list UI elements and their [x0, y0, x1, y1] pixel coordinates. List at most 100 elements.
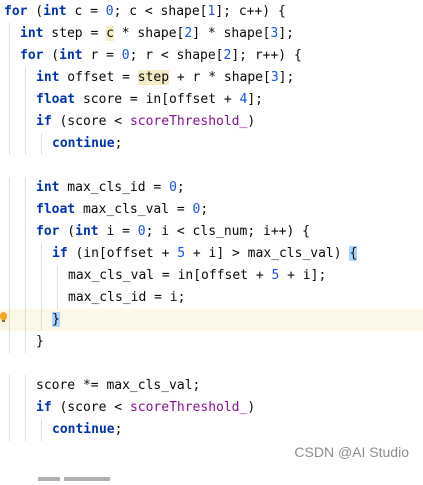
indent-guide: [25, 309, 26, 331]
code-line[interactable]: if (score < scoreThreshold_): [0, 397, 423, 419]
code-token: (in[offset +: [67, 246, 178, 261]
indent-guide: [9, 133, 10, 155]
indent-guide: [41, 419, 42, 441]
indent-guide: [9, 375, 10, 397]
code-token: ): [247, 114, 256, 129]
code-token: 3: [270, 70, 279, 85]
code-line[interactable]: if (score < scoreThreshold_): [0, 111, 423, 133]
code-token: max_cls_val =: [75, 202, 193, 217]
code-token: ;: [114, 136, 123, 151]
indent-guide: [9, 243, 10, 265]
code-text: max_cls_id = i;: [68, 287, 185, 309]
code-token: ;: [114, 422, 123, 437]
code-token: c =: [66, 4, 106, 19]
indent-guide: [25, 199, 26, 221]
code-token: + r * shape[: [169, 70, 271, 85]
code-line[interactable]: int offset = step + r * shape[3];: [0, 67, 423, 89]
code-line[interactable]: continue;: [0, 419, 423, 441]
code-text: max_cls_val = in[offset + 5 + i];: [68, 265, 326, 287]
code-line[interactable]: [0, 155, 423, 177]
code-text: float score = in[offset + 4];: [36, 89, 263, 111]
code-line[interactable]: }: [0, 309, 423, 331]
indent-guide: [9, 45, 10, 67]
code-line[interactable]: float score = in[offset + 4];: [0, 89, 423, 111]
code-line[interactable]: int step = c * shape[2] * shape[3];: [0, 23, 423, 45]
indent-guide: [9, 265, 10, 287]
code-line[interactable]: float max_cls_val = 0;: [0, 199, 423, 221]
code-line[interactable]: [0, 353, 423, 375]
indent-guide: [25, 243, 26, 265]
code-token: int: [20, 26, 44, 41]
code-token: step: [137, 70, 170, 85]
indent-guide: [25, 419, 26, 441]
code-token: if: [36, 400, 52, 415]
code-token: float: [36, 202, 76, 217]
code-line[interactable]: max_cls_id = i;: [0, 287, 423, 309]
code-line[interactable]: if (in[offset + 5 + i] > max_cls_val) {: [0, 243, 423, 265]
indent-guide: [41, 133, 42, 155]
code-token: 5: [177, 246, 186, 261]
indent-guide: [25, 287, 26, 309]
indent-guide: [41, 243, 42, 265]
code-line[interactable]: }: [0, 331, 423, 353]
indent-guide: [9, 177, 10, 199]
code-token: max_cls_id = i;: [68, 290, 186, 305]
code-text: continue;: [52, 419, 122, 441]
code-line[interactable]: for (int c = 0; c < shape[1]; c++) {: [0, 1, 423, 23]
code-token: 0: [105, 4, 114, 19]
code-text: continue;: [52, 133, 122, 155]
code-token: int: [59, 48, 83, 63]
code-token: int: [43, 4, 67, 19]
code-token: {: [349, 246, 358, 261]
indent-guide: [25, 177, 26, 199]
code-token: max_cls_val = in[offset +: [68, 268, 272, 283]
indent-guide: [41, 287, 42, 309]
code-text: for (int c = 0; c < shape[1]; c++) {: [4, 1, 286, 23]
code-line[interactable]: score *= max_cls_val;: [0, 375, 423, 397]
code-token: ;: [176, 180, 185, 195]
indent-guide: [25, 397, 26, 419]
lightbulb-icon[interactable]: [0, 312, 7, 322]
code-line[interactable]: for (int r = 0; r < shape[2]; r++) {: [0, 45, 423, 67]
code-token: + i];: [279, 268, 327, 283]
code-token: score *= max_cls_val;: [36, 378, 201, 393]
indent-guide: [25, 67, 26, 89]
indent-guide: [25, 375, 26, 397]
code-token: for: [36, 224, 60, 239]
code-token: i =: [98, 224, 138, 239]
indent-guide: [9, 331, 10, 353]
indent-guide: [9, 67, 10, 89]
code-token: for: [20, 48, 44, 63]
indent-guide: [9, 111, 10, 133]
code-token: (: [43, 48, 60, 63]
indent-guide: [9, 221, 10, 243]
indent-guide: [9, 199, 10, 221]
cutoff-line-fragment: [38, 466, 114, 481]
code-editor[interactable]: for (int c = 0; c < shape[1]; c++) {int …: [0, 0, 423, 470]
code-text: int step = c * shape[2] * shape[3];: [20, 23, 294, 45]
code-token: float: [36, 92, 76, 107]
indent-guide: [25, 221, 26, 243]
indent-guide: [9, 397, 10, 419]
code-line[interactable]: for (int i = 0; i < cls_num; i++) {: [0, 221, 423, 243]
code-line[interactable]: continue;: [0, 133, 423, 155]
code-token: int: [36, 180, 60, 195]
indent-guide: [9, 287, 10, 309]
code-token: continue: [52, 422, 115, 437]
code-token: ;: [200, 202, 209, 217]
code-token: scoreThreshold_: [129, 400, 248, 415]
code-token: for: [4, 4, 28, 19]
code-token: }: [36, 334, 44, 349]
code-token: ]; r++) {: [231, 48, 302, 63]
code-token: (score <: [51, 400, 130, 415]
code-line[interactable]: max_cls_val = in[offset + 5 + i];: [0, 265, 423, 287]
watermark: CSDN @AI Studio: [294, 444, 409, 460]
code-token: ; r < shape[: [129, 48, 224, 63]
code-text: }: [36, 331, 44, 353]
code-token: (: [59, 224, 76, 239]
code-text: for (int r = 0; r < shape[2]; r++) {: [20, 45, 302, 67]
code-token: int: [75, 224, 99, 239]
code-line[interactable]: int max_cls_id = 0;: [0, 177, 423, 199]
code-token: ; i < cls_num; i++) {: [145, 224, 310, 239]
code-text: }: [52, 309, 60, 331]
